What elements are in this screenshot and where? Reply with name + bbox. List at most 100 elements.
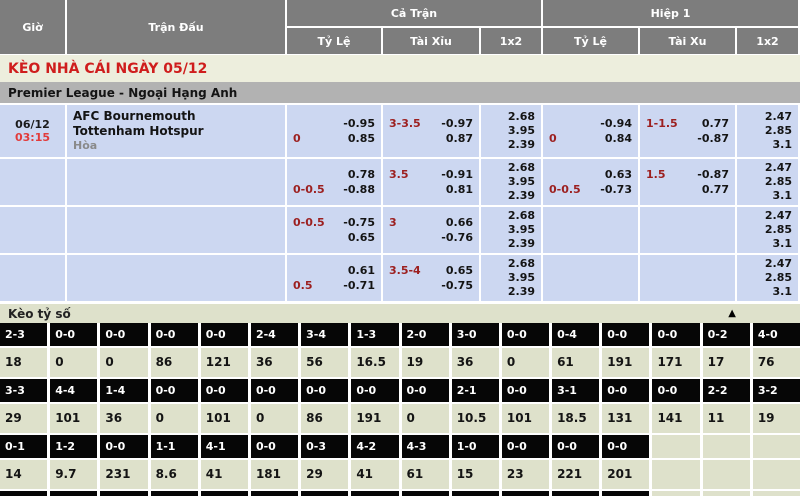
score-odds-cell[interactable]: 36	[100, 404, 147, 433]
score-odds-cell[interactable]: 61	[552, 348, 599, 377]
firsthalf-handicap-cell[interactable]	[543, 207, 638, 253]
score-odds-cell[interactable]: 86	[301, 404, 348, 433]
firsthalf-overunder-cell[interactable]	[640, 207, 735, 253]
score-section-header[interactable]: Kèo tỷ số ▲	[0, 304, 800, 323]
score-odds-cell[interactable]: 56	[301, 348, 348, 377]
firsthalf-1x2-cell[interactable]: 2.472.853.1	[737, 255, 798, 301]
score-cell-partial	[602, 491, 649, 496]
fulltime-handicap-cell[interactable]: -0.9500.85	[287, 105, 381, 157]
odds-value: 3.1	[773, 138, 793, 152]
score-cell: 1-0	[452, 435, 499, 458]
fulltime-overunder-cell[interactable]: 3-3.5-0.970.87	[383, 105, 479, 157]
fulltime-1x2-cell[interactable]: 2.683.952.39	[481, 159, 541, 205]
odds-line: 0.77	[646, 182, 729, 197]
firsthalf-1x2-cell[interactable]: 2.472.853.1	[737, 207, 798, 253]
firsthalf-handicap-cell[interactable]: -0.9400.84	[543, 105, 638, 157]
match-time-cell	[0, 159, 65, 205]
score-odds-cell[interactable]: 101	[50, 404, 97, 433]
score-odds-cell[interactable]: 10.5	[452, 404, 499, 433]
score-odds-cell[interactable]: 86	[151, 348, 198, 377]
fulltime-overunder-cell[interactable]: 3.5-40.65-0.75	[383, 255, 479, 301]
score-cell: 0-0	[351, 379, 398, 402]
score-odds-cell[interactable]: 0	[50, 348, 97, 377]
score-odds-cell[interactable]: 19	[402, 348, 449, 377]
odds-line: 1-1.50.77	[646, 116, 729, 131]
score-odds-cell[interactable]: 76	[753, 348, 800, 377]
score-odds-cell[interactable]: 15	[452, 460, 499, 489]
score-odds-cell[interactable]: 36	[251, 348, 298, 377]
score-odds-cell[interactable]: 41	[351, 460, 398, 489]
score-odds-cell[interactable]: 171	[652, 348, 699, 377]
fulltime-1x2-cell[interactable]: 2.683.952.39	[481, 255, 541, 301]
score-cell-partial	[502, 491, 549, 496]
firsthalf-overunder-cell[interactable]: 1.5-0.870.77	[640, 159, 735, 205]
score-cell: 0-0	[502, 435, 549, 458]
firsthalf-overunder-cell[interactable]	[640, 255, 735, 301]
fulltime-overunder-cell[interactable]: 3.5-0.910.81	[383, 159, 479, 205]
score-cell: 0-0	[552, 435, 599, 458]
firsthalf-handicap-cell[interactable]: 0.630-0.5-0.73	[543, 159, 638, 205]
score-odds-cell[interactable]: 0	[251, 404, 298, 433]
score-odds-cell[interactable]: 141	[652, 404, 699, 433]
score-odds-cell[interactable]: 11	[703, 404, 750, 433]
odds-line: 2.68	[487, 209, 535, 223]
header-fulltime-1x2: 1x2	[481, 28, 541, 54]
fulltime-handicap-cell[interactable]: 0.780-0.5-0.88	[287, 159, 381, 205]
odds-value: 2.39	[508, 189, 535, 203]
score-odds-cell[interactable]: 36	[452, 348, 499, 377]
collapse-triangle-icon[interactable]: ▲	[728, 308, 736, 319]
odds-line: 2.39	[487, 189, 535, 203]
score-odds-cell[interactable]: 18	[0, 348, 47, 377]
score-odds-cell[interactable]: 9.7	[50, 460, 97, 489]
score-odds-cell[interactable]: 61	[402, 460, 449, 489]
score-odds-cell[interactable]: 121	[201, 348, 248, 377]
odds-value: 0.87	[446, 131, 473, 146]
odds-line: 0.78	[293, 167, 375, 182]
handicap-value: 0-0.5	[293, 182, 325, 197]
score-section-title: Kèo tỷ số	[8, 307, 71, 321]
score-odds-cell[interactable]: 16.5	[351, 348, 398, 377]
score-cell-partial	[452, 491, 499, 496]
score-odds-cell[interactable]: 191	[351, 404, 398, 433]
score-odds-cell[interactable]: 0	[402, 404, 449, 433]
firsthalf-1x2-cell[interactable]: 2.472.853.1	[737, 159, 798, 205]
score-odds-cell[interactable]: 29	[301, 460, 348, 489]
score-odds-cell[interactable]: 201	[602, 460, 649, 489]
fulltime-overunder-cell[interactable]: 30.66-0.76	[383, 207, 479, 253]
score-odds-cell[interactable]: 0	[100, 348, 147, 377]
score-odds-cell[interactable]: 0	[151, 404, 198, 433]
fulltime-handicap-cell[interactable]: 0-0.5-0.750.65	[287, 207, 381, 253]
score-cell: 2-4	[251, 323, 298, 346]
firsthalf-handicap-cell[interactable]	[543, 255, 638, 301]
score-odds-cell[interactable]	[753, 460, 800, 489]
fulltime-1x2-cell[interactable]: 2.683.952.39	[481, 207, 541, 253]
score-odds-cell[interactable]: 23	[502, 460, 549, 489]
score-odds-cell[interactable]: 8.6	[151, 460, 198, 489]
score-odds-cell[interactable]: 181	[251, 460, 298, 489]
fulltime-handicap-cell[interactable]: 0.610.5-0.71	[287, 255, 381, 301]
score-odds-cell[interactable]: 101	[201, 404, 248, 433]
league-header[interactable]: Premier League - Ngoại Hạng Anh	[0, 82, 800, 103]
score-odds-cell[interactable]: 0	[502, 348, 549, 377]
score-cell: 3-3	[0, 379, 47, 402]
score-odds-cell[interactable]: 14	[0, 460, 47, 489]
firsthalf-overunder-cell[interactable]: 1-1.50.77-0.87	[640, 105, 735, 157]
score-odds-cell[interactable]: 101	[502, 404, 549, 433]
firsthalf-1x2-cell[interactable]: 2.472.853.1	[737, 105, 798, 157]
score-odds-cell[interactable]: 17	[703, 348, 750, 377]
odds-value: -0.94	[600, 116, 632, 131]
score-odds-cell[interactable]: 231	[100, 460, 147, 489]
match-teams-cell[interactable]: AFC BournemouthTottenham HotspurHòa	[67, 105, 285, 157]
score-odds-cell[interactable]: 18.5	[552, 404, 599, 433]
correct-score-grid: 2-30-00-00-00-02-43-41-32-03-00-00-40-00…	[0, 323, 800, 500]
fulltime-1x2-cell[interactable]: 2.683.952.39	[481, 105, 541, 157]
score-odds-cell[interactable]	[703, 460, 750, 489]
score-odds-cell[interactable]: 131	[602, 404, 649, 433]
score-odds-cell[interactable]: 221	[552, 460, 599, 489]
score-odds-cell[interactable]: 29	[0, 404, 47, 433]
match-time-cell	[0, 255, 65, 301]
score-odds-cell[interactable]: 41	[201, 460, 248, 489]
score-odds-cell[interactable]	[652, 460, 699, 489]
score-odds-cell[interactable]: 191	[602, 348, 649, 377]
score-odds-cell[interactable]: 19	[753, 404, 800, 433]
